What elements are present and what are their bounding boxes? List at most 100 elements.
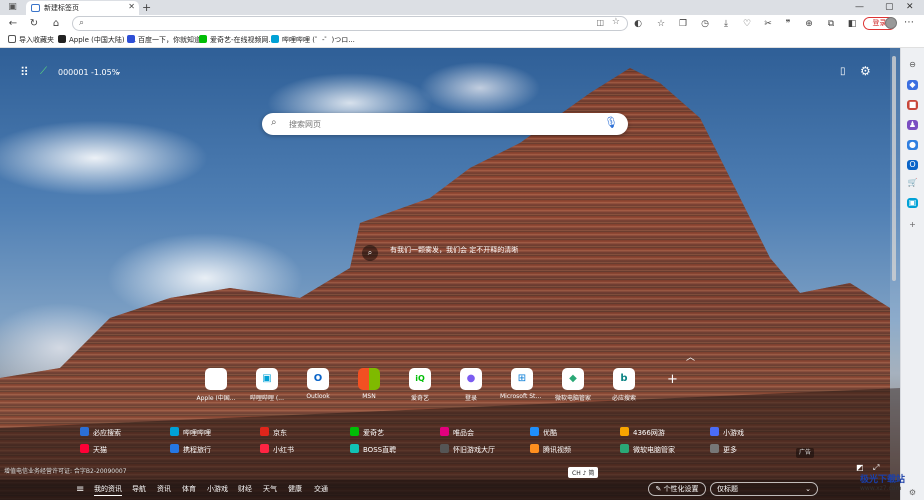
microphone-icon[interactable]: 🎙	[604, 116, 618, 129]
tile-apple[interactable]: Apple (中国...	[194, 368, 238, 402]
favorites-icon[interactable]: ☆	[655, 18, 667, 30]
settings-side-icon[interactable]: ⚙	[907, 488, 918, 498]
more-menu-icon[interactable]: ⋯	[904, 17, 914, 28]
link-bing[interactable]: 必应搜索	[80, 427, 121, 439]
outlook-icon[interactable]: O	[907, 160, 918, 170]
stock-code[interactable]: 000001	[58, 68, 89, 77]
jd-icon	[260, 427, 269, 436]
minimize-icon[interactable]: —	[855, 2, 864, 12]
link-youku[interactable]: 优酷	[530, 427, 557, 439]
add-shortcut-icon[interactable]: +	[667, 372, 678, 387]
tab-news[interactable]: 资讯	[157, 484, 171, 494]
tag-icon[interactable]: ◆	[907, 80, 918, 90]
link-iqiyi[interactable]: 爱奇艺	[350, 427, 384, 439]
translate-icon[interactable]: ⊕	[803, 18, 815, 30]
apple-icon	[58, 35, 66, 43]
link-xiaohongshu[interactable]: 小红书	[260, 444, 294, 456]
link-tmall[interactable]: 天猫	[80, 444, 107, 456]
screenshot-icon[interactable]: ✂	[762, 18, 774, 30]
icp-license[interactable]: 增值电信业务经营许可证: 合字B2-20090007	[4, 466, 127, 475]
performance-icon[interactable]: ♡	[741, 18, 753, 30]
shopping-icon[interactable]: 🛒	[907, 178, 918, 188]
tab-minigames[interactable]: 小游戏	[207, 484, 228, 494]
avatar[interactable]	[885, 17, 897, 29]
tab-sports[interactable]: 体育	[182, 484, 196, 494]
back-icon[interactable]: ←	[7, 18, 19, 30]
link-bilibili[interactable]: 哔哩哔哩	[170, 427, 211, 439]
read-aloud-icon[interactable]: ◫	[596, 18, 604, 27]
tile-bilibili[interactable]: ▣ 哔哩哔哩 (...	[245, 368, 289, 402]
link-jd[interactable]: 京东	[260, 427, 287, 439]
iqiyi-icon: iQ	[409, 368, 431, 390]
extension-icon[interactable]: ◐	[632, 18, 644, 30]
add-side-icon[interactable]: +	[907, 220, 918, 230]
link-more[interactable]: 更多	[710, 444, 737, 456]
link-ctrip[interactable]: 携程旅行	[170, 444, 211, 456]
zoom-icon[interactable]: ⊖	[907, 60, 918, 70]
history-icon[interactable]: ◷	[699, 18, 711, 30]
collections-icon[interactable]: ❐	[677, 18, 689, 30]
tile-pc-manager[interactable]: ◆ 微软电脑管家	[551, 368, 595, 402]
maximize-icon[interactable]: ▢	[885, 2, 894, 12]
bing-icon: b	[613, 368, 635, 390]
tab-title: 新建标签页	[44, 4, 79, 12]
minigame-icon	[710, 427, 719, 436]
link-vip[interactable]: 唯品会	[440, 427, 474, 439]
search-input[interactable]: 搜索网页	[289, 119, 321, 130]
tab-health[interactable]: 健康	[288, 484, 302, 494]
new-tab-button[interactable]: +	[142, 1, 151, 14]
home-icon[interactable]: ⌂	[50, 18, 62, 30]
chevron-up-icon[interactable]: ︿	[686, 350, 695, 363]
feedback-icon[interactable]: ◩	[856, 463, 864, 472]
download-icon[interactable]: ⤓	[720, 18, 732, 30]
bookmark-bilibili[interactable]: 哔哩哔哩 (゜-゜)つロ...	[271, 35, 355, 46]
tile-bing[interactable]: b 必应搜索	[602, 368, 646, 402]
bookmark-iqiyi[interactable]: 爱奇艺-在线视频网...	[199, 35, 275, 46]
sidebar-toggle-icon[interactable]: ◧	[846, 18, 858, 30]
tab-actions-icon[interactable]: ▣	[7, 2, 18, 13]
link-tencent-video[interactable]: 腾讯视频	[530, 444, 571, 456]
personalize-button[interactable]: ✎ 个性化设置	[648, 482, 706, 496]
bookmark-import[interactable]: 导入收藏夹	[8, 35, 54, 46]
app-launcher-icon[interactable]: ⠿	[20, 66, 29, 78]
close-window-icon[interactable]: ✕	[906, 2, 914, 12]
bookmark-baidu[interactable]: 百度一下，你就知道	[127, 35, 201, 46]
gear-icon[interactable]: ⚙	[860, 64, 871, 78]
copilot-icon[interactable]: ●	[907, 140, 918, 150]
chevron-down-icon[interactable]: ⌄	[115, 67, 122, 76]
toolbox-icon[interactable]: ■	[907, 100, 918, 110]
menu-icon[interactable]: ≡	[76, 484, 84, 495]
tab-my-news[interactable]: 我的资讯	[94, 484, 122, 496]
address-bar[interactable]: ⌕ ◫ ☆	[72, 16, 628, 31]
scrollbar-thumb[interactable]	[892, 56, 896, 281]
link-minigames[interactable]: 小游戏	[710, 427, 744, 439]
quote-icon[interactable]: ❞	[782, 18, 794, 30]
refresh-icon[interactable]: ↻	[28, 18, 40, 30]
link-retro-games[interactable]: 怀旧游戏大厅	[440, 444, 495, 456]
apps-icon[interactable]: ⧉	[825, 18, 837, 30]
search-box[interactable]: ⌕ 搜索网页 🎙	[262, 113, 628, 135]
tile-microsoft-store[interactable]: ⊞ Microsoft Sto...	[500, 368, 544, 400]
tab-navigation[interactable]: 导航	[132, 484, 146, 494]
phone-icon[interactable]: ▯	[840, 66, 846, 77]
close-tab-icon[interactable]: ✕	[128, 2, 135, 11]
tile-msn[interactable]: MSN	[347, 368, 391, 400]
bilibili-side-icon[interactable]: ▣	[907, 198, 918, 208]
link-4366[interactable]: 4366网游	[620, 427, 665, 439]
favorite-star-icon[interactable]: ☆	[612, 17, 620, 27]
bookmark-apple[interactable]: Apple (中国大陆) -...	[58, 35, 136, 46]
tile-login[interactable]: ● 登录	[449, 368, 493, 402]
link-pc-manager[interactable]: 微软电脑管家	[620, 444, 675, 456]
stock-trend-icon[interactable]: ⟋	[40, 66, 47, 77]
tab-finance[interactable]: 财经	[238, 484, 252, 494]
games-icon[interactable]: ♟	[907, 120, 918, 130]
search-image-icon[interactable]: ⌕	[362, 245, 378, 261]
tab-weather[interactable]: 天气	[263, 484, 277, 494]
link-boss[interactable]: BOSS直聘	[350, 444, 396, 456]
layout-dropdown-value: 仅标题	[717, 485, 738, 493]
tab-new[interactable]: 新建标签页 ✕	[26, 1, 139, 15]
tab-traffic[interactable]: 交通	[314, 484, 328, 494]
layout-dropdown[interactable]: 仅标题 ⌄	[710, 482, 818, 496]
tile-outlook[interactable]: O Outlook	[296, 368, 340, 400]
tile-iqiyi[interactable]: iQ 爱奇艺	[398, 368, 442, 402]
